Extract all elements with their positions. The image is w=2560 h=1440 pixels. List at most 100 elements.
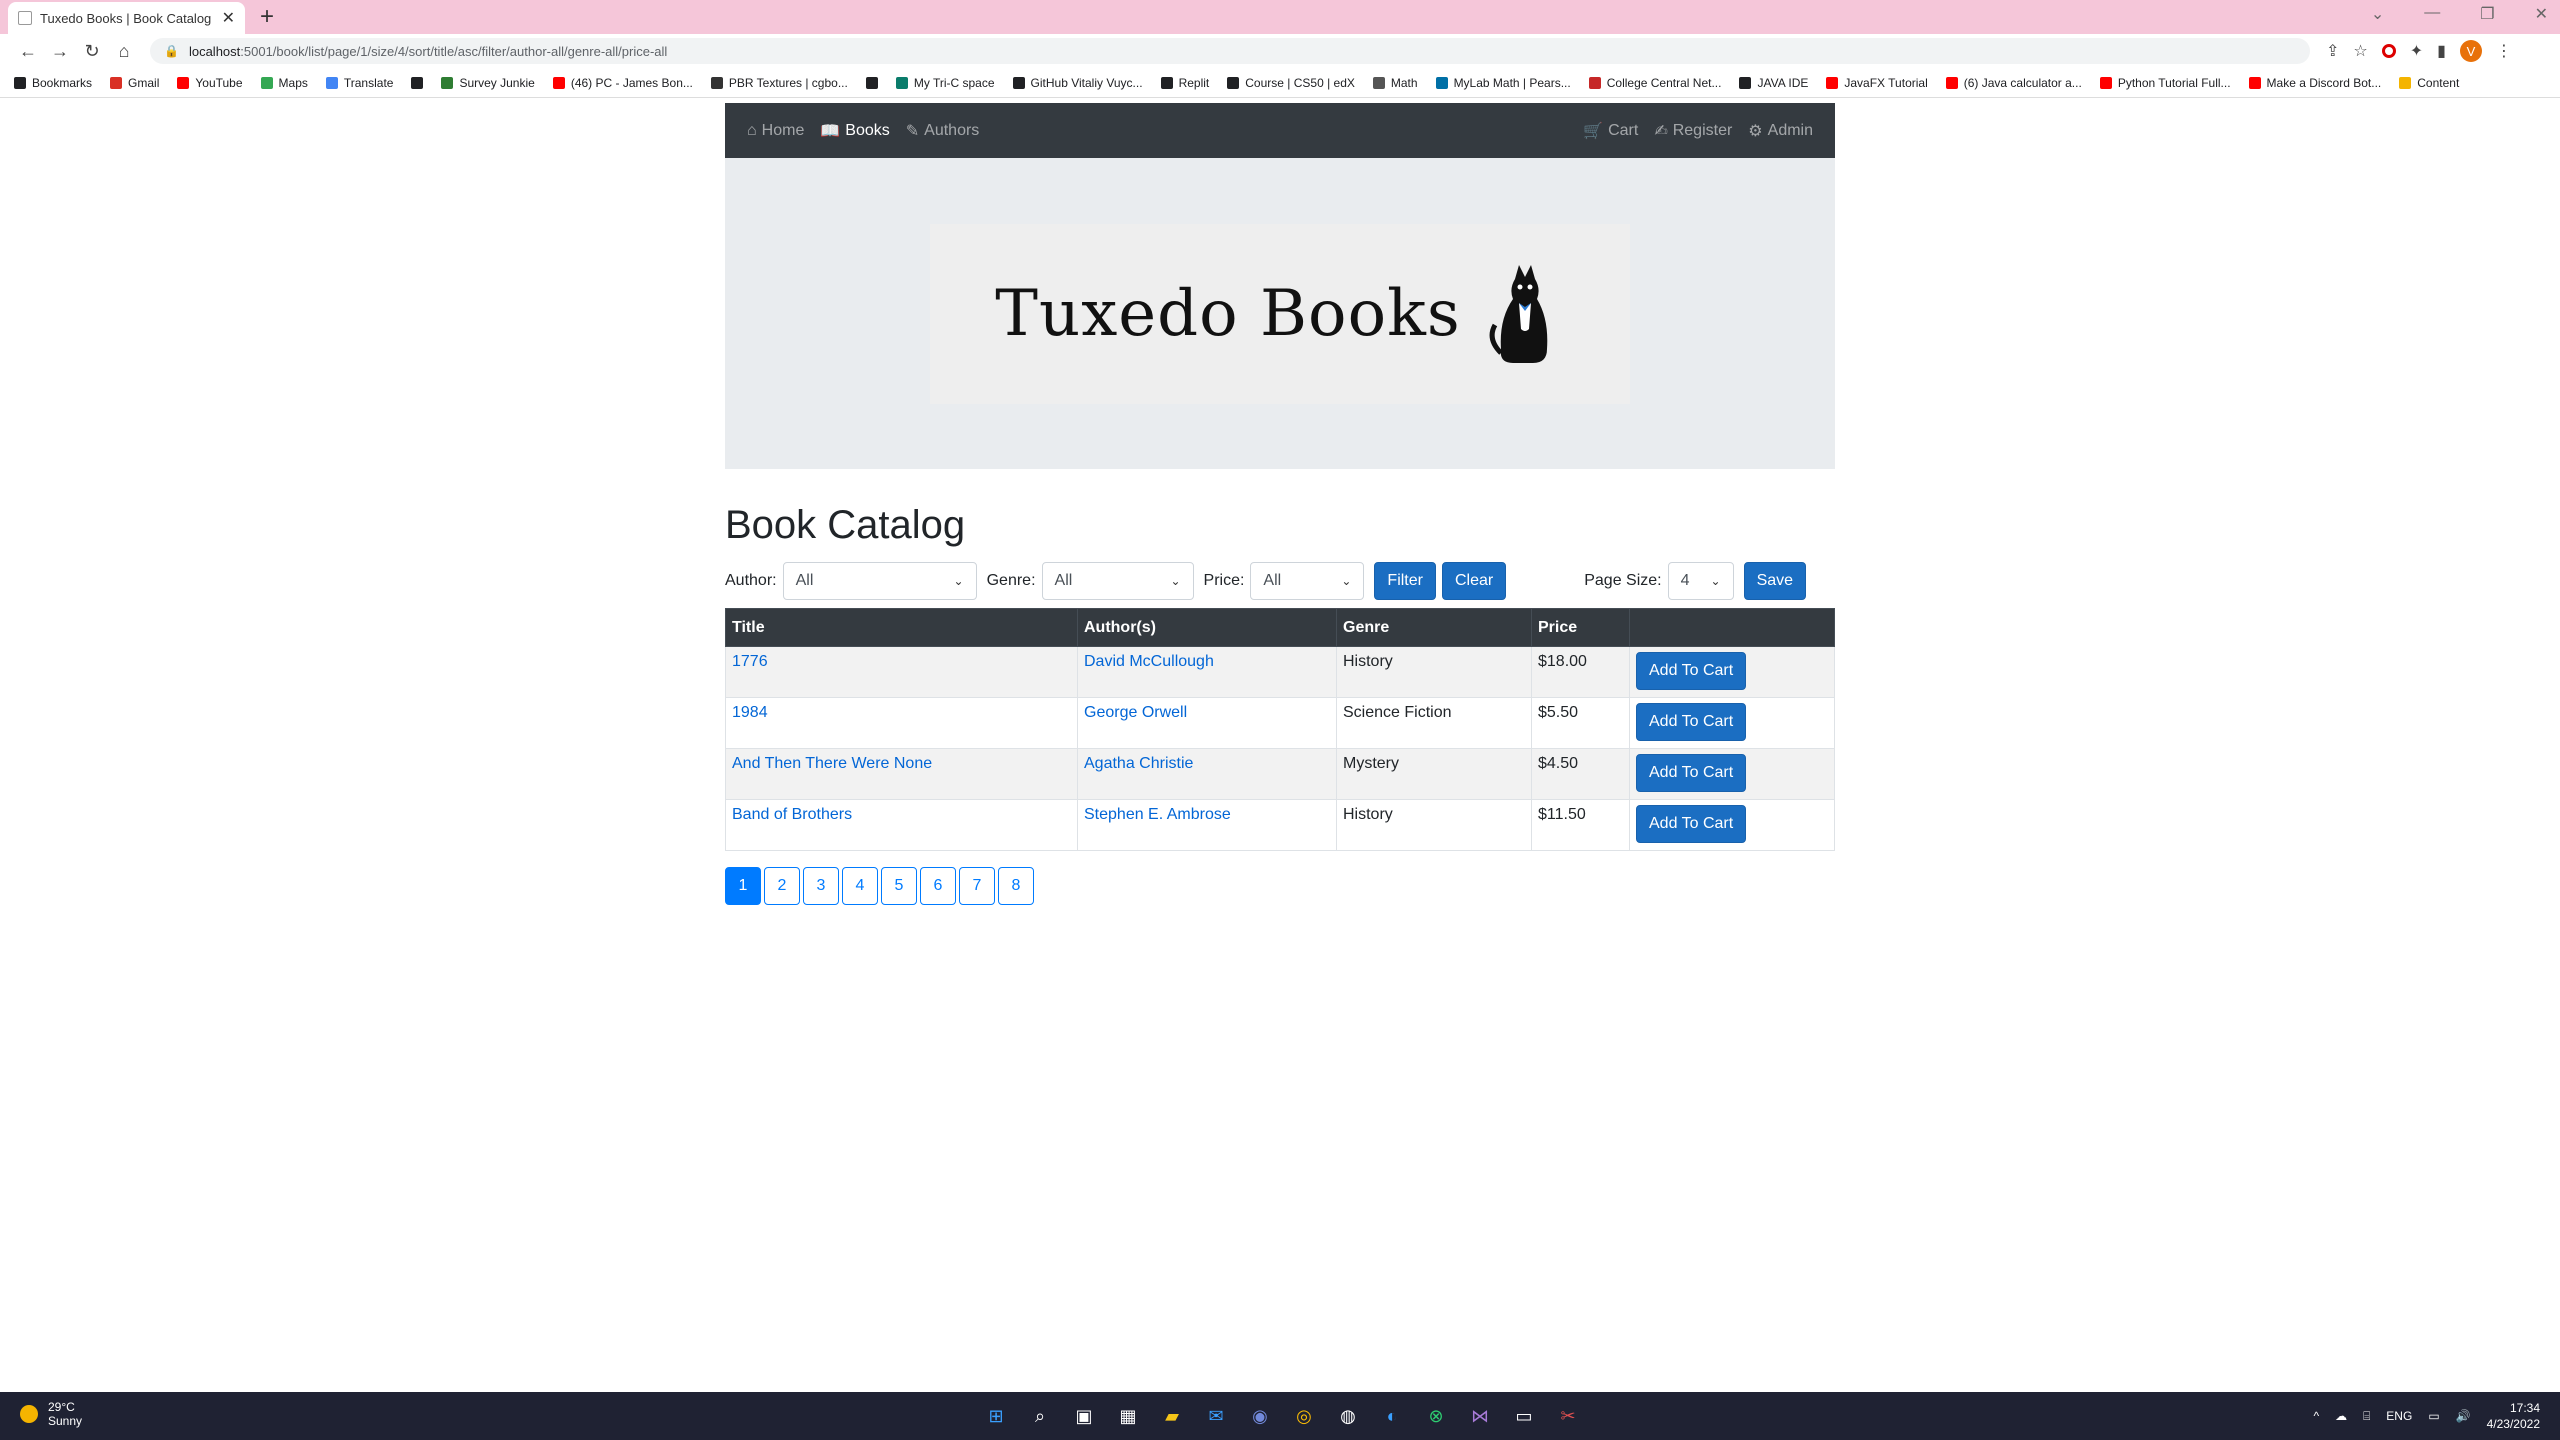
bookmark-item[interactable]: YouTube	[177, 76, 243, 90]
author-link[interactable]: George Orwell	[1084, 704, 1187, 721]
bookmark-item[interactable]: PBR Textures | cgbo...	[710, 76, 848, 90]
new-tab-button[interactable]: +	[260, 4, 274, 30]
restore-icon[interactable]: ❐	[2480, 4, 2494, 24]
column-header-authors[interactable]: Author(s)	[1077, 608, 1337, 647]
bookmark-item[interactable]	[865, 76, 878, 89]
bookmark-item[interactable]: (6) Java calculator a...	[1945, 76, 2082, 90]
puzzle-extensions-icon[interactable]: ✦	[2410, 41, 2423, 61]
minimize-icon[interactable]: —	[2424, 4, 2440, 24]
widgets-icon[interactable]: ▦	[1112, 1400, 1144, 1432]
reload-icon[interactable]: ↻	[76, 41, 108, 62]
page-link[interactable]: 4	[842, 867, 878, 905]
nav-admin[interactable]: ⚙ Admin	[1748, 121, 1813, 141]
book-title-link[interactable]: Band of Brothers	[732, 806, 852, 823]
genre-select[interactable]: All ⌄	[1041, 562, 1194, 600]
edge-icon[interactable]: ◐	[1376, 1400, 1408, 1432]
bookmark-item[interactable]: JAVA IDE	[1739, 76, 1808, 90]
bookmark-item[interactable]: Survey Junkie	[441, 76, 535, 90]
page-size-select[interactable]: 4 ⌄	[1667, 562, 1734, 600]
bookmark-item[interactable]: GitHub Vitaliy Vuyc...	[1012, 76, 1143, 90]
author-link[interactable]: Agatha Christie	[1084, 755, 1193, 772]
page-link[interactable]: 5	[881, 867, 917, 905]
author-link[interactable]: Stephen E. Ambrose	[1084, 806, 1231, 823]
bookmark-item[interactable]: Replit	[1160, 76, 1209, 90]
bookmark-item[interactable]: (46) PC - James Bon...	[552, 76, 693, 90]
bookmark-item[interactable]: Content	[2399, 76, 2459, 90]
language-indicator[interactable]: ENG	[2386, 1409, 2412, 1423]
book-title-link[interactable]: And Then There Were None	[732, 755, 932, 772]
search-icon[interactable]: ⌕	[1024, 1400, 1056, 1432]
visual-studio-icon[interactable]: ⋈	[1464, 1400, 1496, 1432]
nav-books[interactable]: 📖 Books	[820, 121, 889, 141]
bookmark-item[interactable]: Course | CS50 | edX	[1227, 76, 1355, 90]
author-select[interactable]: All ⌄	[782, 562, 977, 600]
browser-tab[interactable]: Tuxedo Books | Book Catalog ✕	[8, 2, 245, 34]
task-view-icon[interactable]: ▣	[1068, 1400, 1100, 1432]
tab-search-icon[interactable]: ⌄	[2371, 4, 2384, 24]
menu-kebab-icon[interactable]: ⋮	[2496, 41, 2512, 61]
column-header-price[interactable]: Price	[1531, 608, 1630, 647]
volume-icon[interactable]: 🔊	[2456, 1409, 2471, 1423]
clear-button[interactable]: Clear	[1441, 562, 1507, 600]
add-to-cart-button[interactable]: Add To Cart	[1636, 754, 1747, 792]
nav-home[interactable]: ⌂ Home	[747, 122, 804, 140]
start-icon[interactable]: ⊞	[980, 1400, 1012, 1432]
terminal-icon[interactable]: ▭	[1508, 1400, 1540, 1432]
profile-avatar[interactable]: V	[2459, 40, 2482, 62]
snipping-tool-icon[interactable]: ✂	[1552, 1400, 1584, 1432]
column-header-title[interactable]: Title	[725, 608, 1078, 647]
bookmark-item[interactable]: Gmail	[110, 76, 159, 90]
clock[interactable]: 17:34 4/23/2022	[2487, 1400, 2540, 1432]
add-to-cart-button[interactable]: Add To Cart	[1636, 652, 1747, 690]
steam-icon[interactable]: ◍	[1332, 1400, 1364, 1432]
side-panel-icon[interactable]: ▮	[2437, 41, 2446, 61]
mail-icon[interactable]: ✉	[1200, 1400, 1232, 1432]
onedrive-icon[interactable]: ☁	[2335, 1409, 2347, 1423]
column-header-genre[interactable]: Genre	[1336, 608, 1532, 647]
bookmark-item[interactable]	[411, 76, 424, 89]
share-icon[interactable]: ⇪	[2326, 41, 2339, 61]
back-icon[interactable]: ←	[12, 41, 44, 62]
weather-widget[interactable]: 29°C Sunny	[20, 1400, 82, 1428]
network-icon[interactable]: ⌸	[2363, 1409, 2370, 1424]
close-window-icon[interactable]: ✕	[2535, 4, 2548, 24]
bookmark-item[interactable]: Make a Discord Bot...	[2248, 76, 2381, 90]
xbox-icon[interactable]: ⊗	[1420, 1400, 1452, 1432]
close-tab-icon[interactable]: ✕	[222, 8, 235, 28]
bookmark-item[interactable]: Translate	[325, 76, 393, 90]
bookmark-item[interactable]: College Central Net...	[1588, 76, 1721, 90]
page-link[interactable]: 7	[959, 867, 995, 905]
bookmark-item[interactable]: Python Tutorial Full...	[2099, 76, 2231, 90]
add-to-cart-button[interactable]: Add To Cart	[1636, 703, 1747, 741]
book-title-link[interactable]: 1776	[732, 653, 768, 670]
bookmark-star-icon[interactable]: ☆	[2353, 41, 2367, 61]
page-link[interactable]: 8	[998, 867, 1034, 905]
forward-icon[interactable]: →	[44, 41, 76, 62]
bookmark-item[interactable]: My Tri-C space	[895, 76, 995, 90]
home-icon[interactable]: ⌂	[108, 41, 140, 62]
display-icon[interactable]: ▭	[2428, 1409, 2439, 1423]
page-link[interactable]: 1	[725, 867, 761, 905]
url-input[interactable]: 🔒 localhost:5001/book/list/page/1/size/4…	[150, 38, 2310, 64]
discord-icon[interactable]: ◉	[1244, 1400, 1276, 1432]
bookmark-item[interactable]: Maps	[260, 76, 308, 90]
filter-button[interactable]: Filter	[1374, 562, 1436, 600]
save-button[interactable]: Save	[1743, 562, 1807, 600]
nav-register[interactable]: ✍ Register	[1654, 121, 1732, 141]
book-title-link[interactable]: 1984	[732, 704, 768, 721]
page-link[interactable]: 3	[803, 867, 839, 905]
bookmark-item[interactable]: Bookmarks	[14, 76, 92, 90]
bookmark-item[interactable]: JavaFX Tutorial	[1826, 76, 1928, 90]
page-link[interactable]: 2	[764, 867, 800, 905]
page-link[interactable]: 6	[920, 867, 956, 905]
chrome-icon[interactable]: ◎	[1288, 1400, 1320, 1432]
bookmark-item[interactable]: MyLab Math | Pears...	[1435, 76, 1571, 90]
chevron-up-icon[interactable]: ^	[2313, 1409, 2319, 1423]
add-to-cart-button[interactable]: Add To Cart	[1636, 805, 1747, 843]
price-select[interactable]: All ⌄	[1250, 562, 1365, 600]
author-link[interactable]: David McCullough	[1084, 653, 1214, 670]
opera-extension-icon[interactable]	[2381, 44, 2396, 58]
bookmark-item[interactable]: Math	[1372, 76, 1418, 90]
nav-authors[interactable]: ✎ Authors	[906, 121, 980, 141]
file-explorer-icon[interactable]: ▰	[1156, 1400, 1188, 1432]
